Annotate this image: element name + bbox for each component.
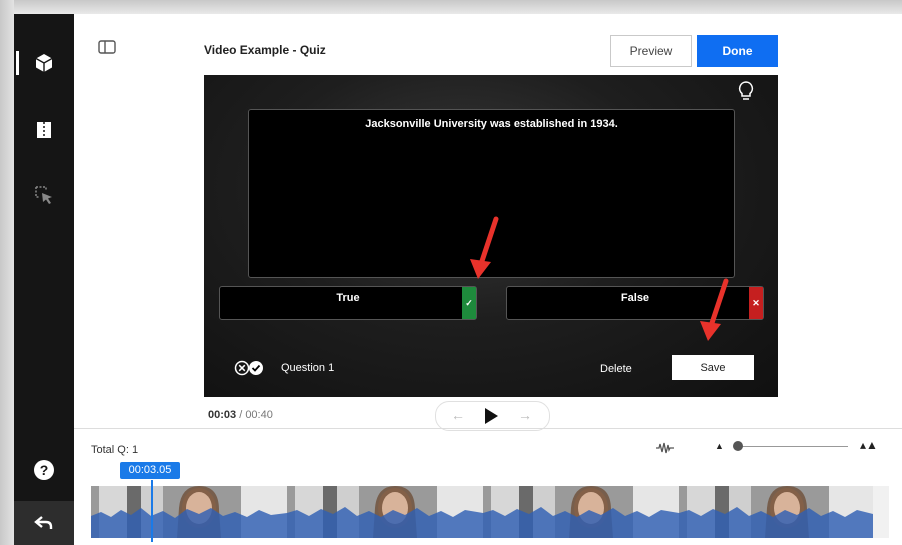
- filmstrip-thumbnails: [91, 486, 873, 538]
- x-circle-icon: [234, 360, 250, 376]
- help-button[interactable]: ?: [14, 450, 74, 490]
- page-title: Video Example - Quiz: [204, 43, 326, 57]
- sidebar-item-quiz[interactable]: [14, 43, 74, 83]
- split-frame-icon: [37, 122, 51, 138]
- timeline-divider: [74, 428, 902, 429]
- question-label: Question 1: [281, 362, 335, 374]
- cube-icon: [35, 54, 53, 72]
- play-button[interactable]: [484, 408, 498, 429]
- cursor-select-icon: [35, 186, 52, 204]
- hint-button[interactable]: [737, 80, 755, 107]
- total-questions: Total Q: 1: [91, 444, 139, 456]
- preview-button[interactable]: Preview: [610, 35, 692, 67]
- waveform-icon: [656, 442, 674, 454]
- playback-controls: ← →: [435, 401, 550, 431]
- panel-toggle-button[interactable]: [98, 40, 116, 59]
- remove-x-icon[interactable]: ✕: [749, 287, 763, 319]
- playback-time: 00:03 / 00:40: [208, 409, 273, 421]
- time-separator: /: [236, 409, 246, 421]
- correct-check-icon[interactable]: ✓: [462, 287, 476, 319]
- timeline-filmstrip[interactable]: [91, 486, 873, 538]
- back-button[interactable]: [14, 501, 74, 545]
- panel-toggle-icon: [98, 40, 116, 54]
- window-frame-top: [0, 0, 902, 14]
- back-arrow-icon: [34, 516, 53, 529]
- sidebar: ?: [14, 14, 74, 545]
- zoom-slider-handle[interactable]: [733, 441, 743, 451]
- waveform-toggle-button[interactable]: [655, 441, 675, 459]
- question-footer: Question 1 Delete Save: [204, 345, 778, 397]
- current-time: 00:03: [208, 409, 237, 421]
- sidebar-item-select[interactable]: [14, 175, 74, 215]
- step-back-button[interactable]: ←: [451, 407, 465, 423]
- annotation-arrow-true: [470, 216, 499, 279]
- window-frame-left: [0, 0, 14, 545]
- help-icon: ?: [34, 460, 54, 480]
- answer-option-true[interactable]: True ✓: [219, 286, 477, 320]
- timeline-end-pad: [873, 486, 889, 538]
- annotation-arrow-save: [700, 278, 729, 341]
- question-status-icons[interactable]: [234, 360, 264, 381]
- sidebar-item-split[interactable]: [14, 110, 74, 150]
- timeline-playhead[interactable]: [151, 480, 153, 542]
- step-forward-button[interactable]: →: [518, 407, 532, 423]
- lightbulb-icon: [738, 81, 754, 100]
- save-button[interactable]: Save: [672, 355, 754, 380]
- check-circle-icon: [249, 361, 263, 375]
- total-duration: 00:40: [245, 409, 273, 421]
- playhead-time-badge: 00:03.05: [120, 462, 180, 479]
- video-player[interactable]: Jacksonville University was established …: [204, 75, 778, 397]
- delete-button[interactable]: Delete: [600, 363, 632, 375]
- svg-text:?: ?: [40, 462, 49, 478]
- question-text: Jacksonville University was established …: [365, 118, 618, 130]
- zoom-in-icon[interactable]: ▴▲: [860, 438, 878, 452]
- zoom-out-icon[interactable]: ▲: [715, 441, 724, 451]
- answer-label: True: [336, 292, 360, 304]
- zoom-slider-track[interactable]: [738, 446, 848, 447]
- play-icon: [485, 408, 498, 424]
- done-button[interactable]: Done: [697, 35, 778, 67]
